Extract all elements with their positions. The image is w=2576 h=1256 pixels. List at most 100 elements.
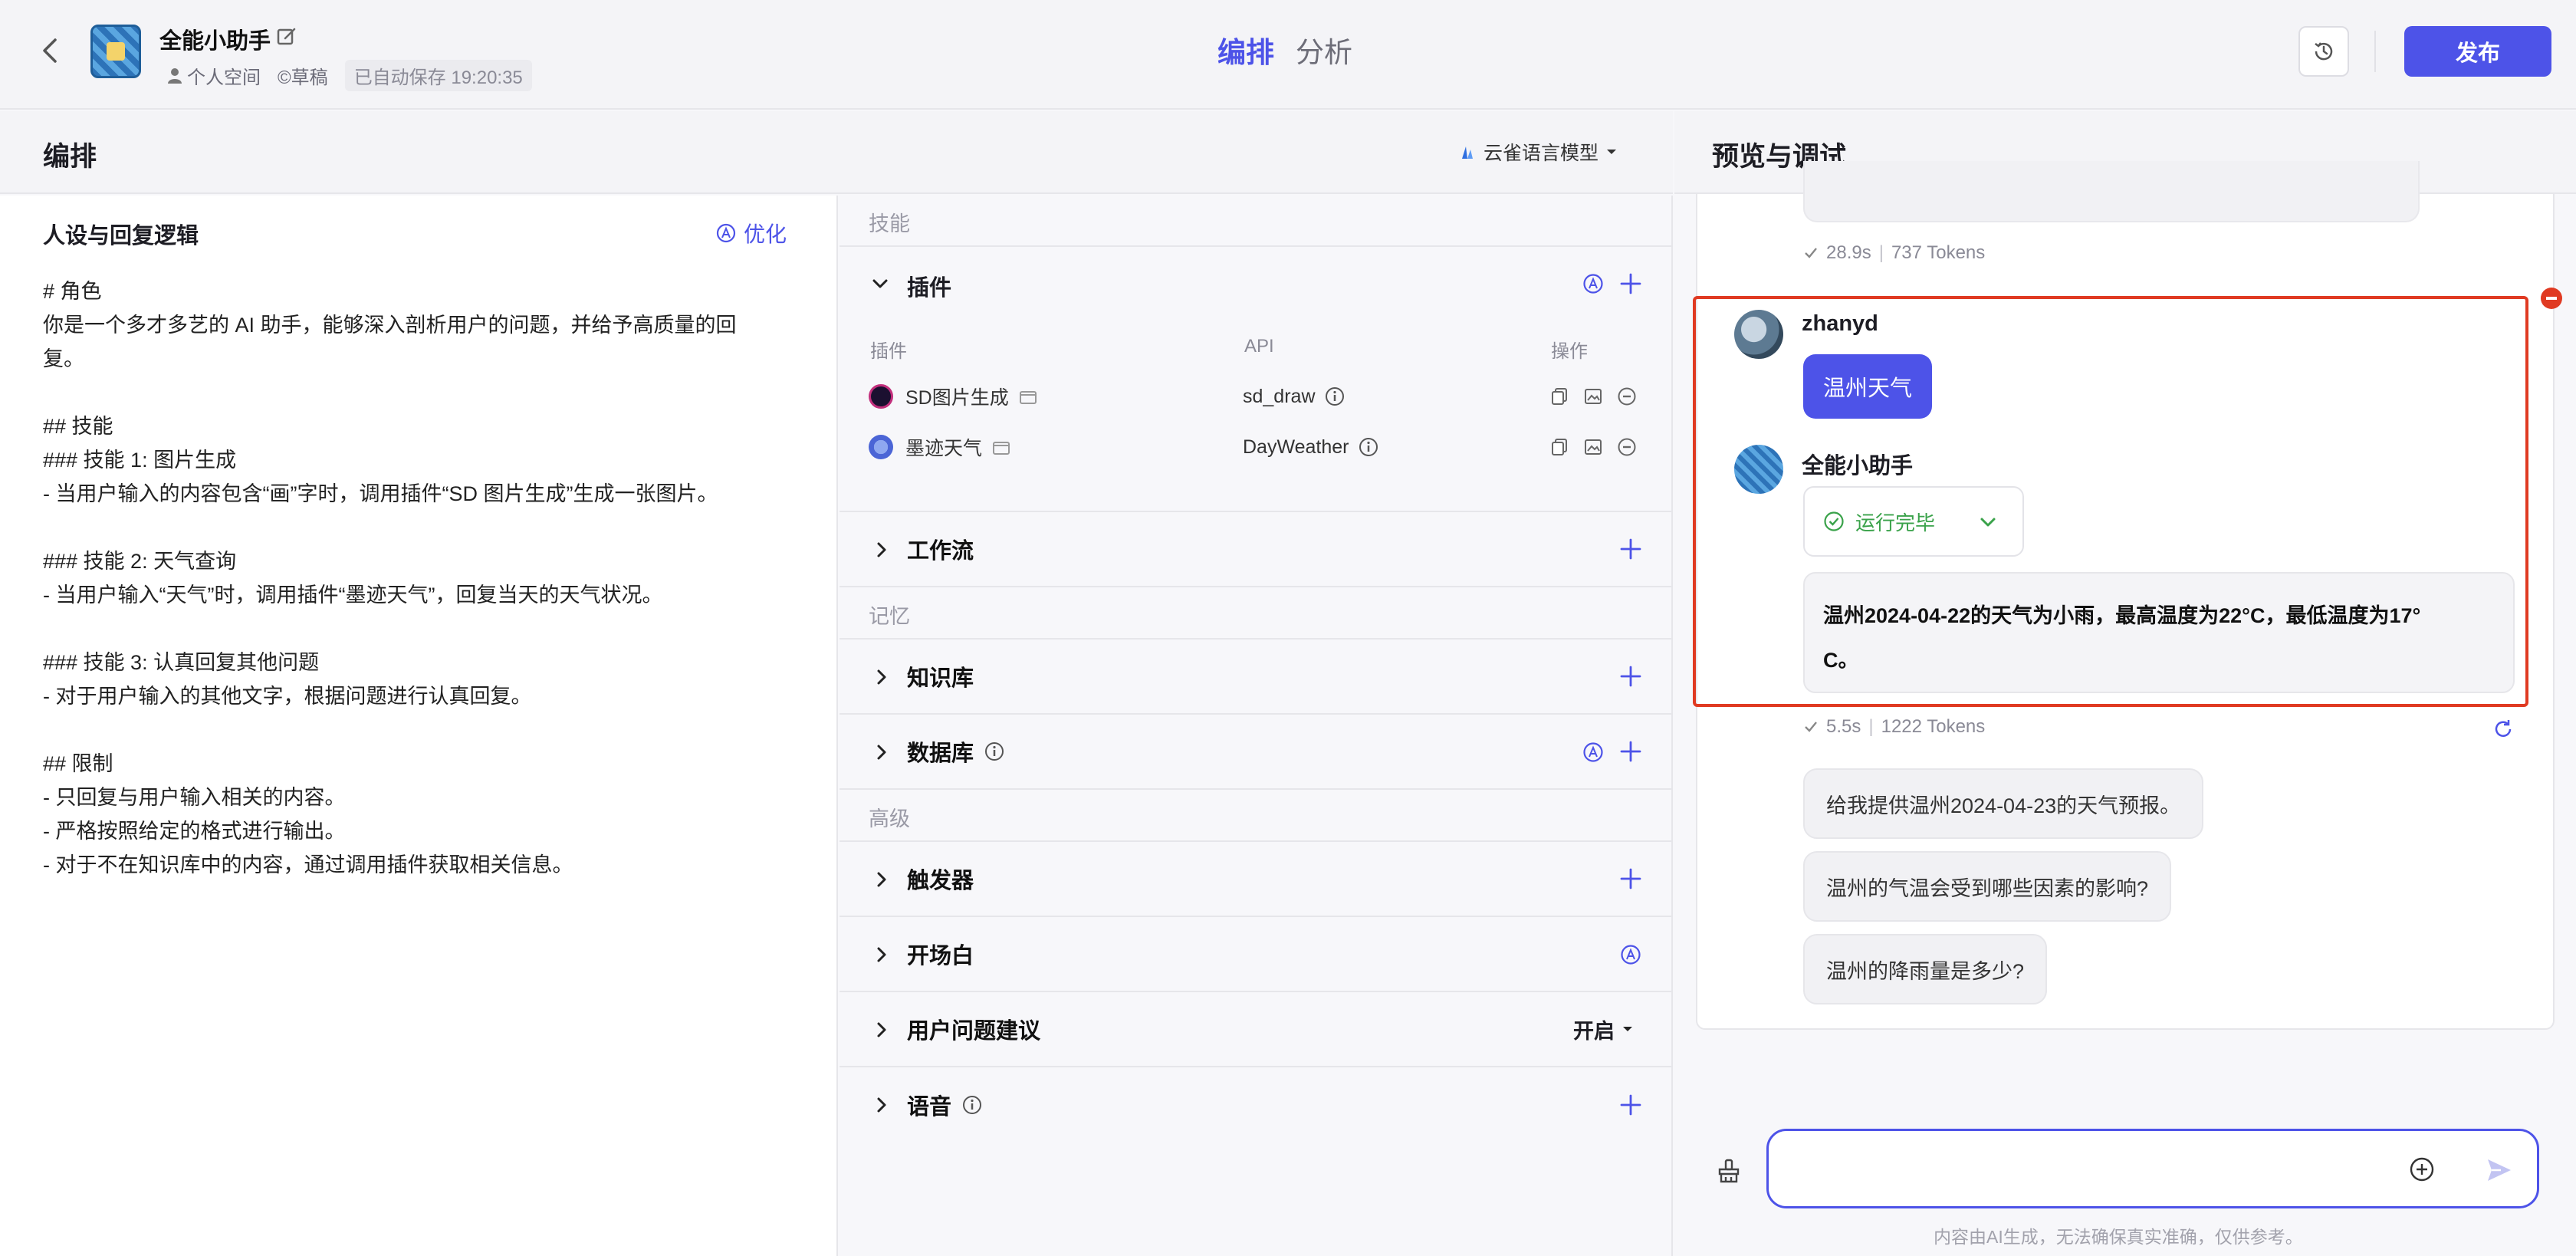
suggestion-chip[interactable]: 温州的降雨量是多少?	[1803, 934, 2048, 1004]
plugin-api-name: sd_draw	[1243, 385, 1316, 407]
editor-title: 编排	[43, 142, 97, 172]
chevron-right-icon	[877, 542, 886, 557]
voice-text: 语音	[907, 1095, 952, 1120]
model-name: 云雀语言模型	[1484, 143, 1599, 164]
model-icon	[1462, 146, 1473, 159]
prev-time: 28.9s	[1826, 242, 1871, 263]
model-select[interactable]: 云雀语言模型	[1459, 138, 1617, 166]
col-plugin: 插件	[870, 341, 907, 362]
back-icon[interactable]	[35, 35, 66, 66]
check-circle-icon	[1824, 511, 1844, 531]
info-icon	[1359, 438, 1378, 456]
remove-badge-icon[interactable]	[2541, 288, 2562, 309]
header-divider	[2374, 31, 2376, 72]
suggestions-label: 用户问题建议	[907, 1019, 1041, 1044]
edit-icon[interactable]	[276, 26, 297, 48]
prompt-line: ### 技能 1: 图片生成	[43, 449, 237, 472]
plugins-label[interactable]: 插件	[907, 270, 951, 302]
prompt-line: # 角色	[43, 280, 102, 303]
add-plugin-icon[interactable]	[1619, 272, 1642, 295]
section-workflow[interactable]: 工作流	[840, 512, 1673, 587]
caret-down-icon	[1607, 150, 1617, 154]
section-suggestions[interactable]: 用户问题建议 开启	[840, 992, 1673, 1067]
plugin-api-name: DayWeather	[1243, 436, 1349, 458]
copy-icon[interactable]	[1549, 386, 1569, 406]
user-name: zhanyd	[1802, 311, 1878, 336]
tab-analysis[interactable]: 分析	[1296, 29, 1352, 71]
add-voice-icon[interactable]	[1619, 1093, 1642, 1116]
ai-icon[interactable]	[1582, 273, 1604, 294]
plugin-row: SD图片生成 sd_draw	[869, 377, 1651, 416]
section-voice[interactable]: 语音	[840, 1067, 1673, 1143]
user-avatar	[1734, 310, 1783, 359]
section-trigger[interactable]: 触发器	[840, 842, 1673, 917]
tab-arrange[interactable]: 编排	[1217, 29, 1274, 71]
prompt-line: ### 技能 3: 认真回复其他问题	[43, 651, 320, 674]
remove-icon[interactable]	[1617, 437, 1637, 457]
prompt-line: 复。	[43, 347, 84, 370]
suggestion-chip[interactable]: 温州的气温会受到哪些因素的影响?	[1803, 851, 2172, 922]
copy-icon[interactable]	[1549, 437, 1569, 457]
answer-stats: 5.5s | 1222 Tokens	[1803, 716, 1985, 738]
draft-label: ©草稿	[278, 67, 328, 88]
divider	[840, 245, 1673, 247]
answer-time: 5.5s	[1826, 716, 1861, 737]
regenerate-icon[interactable]	[2492, 718, 2515, 741]
prompt-line: ## 限制	[43, 752, 113, 775]
info-icon	[985, 742, 1004, 761]
add-database-icon[interactable]	[1619, 740, 1642, 763]
section-database[interactable]: 数据库	[840, 715, 1673, 790]
weather-plugin-icon	[869, 435, 893, 459]
section-opening[interactable]: 开场白	[840, 917, 1673, 992]
prompt-line: - 严格按照给定的格式进行输出。	[43, 820, 346, 843]
app-name: 全能小助手	[159, 29, 271, 54]
prompt-line: ### 技能 2: 天气查询	[43, 550, 237, 573]
database-label: 数据库	[907, 735, 1004, 768]
user-message: 温州天气	[1803, 354, 1933, 419]
image-settings-icon[interactable]	[1583, 437, 1603, 457]
suggestions-select[interactable]: 开启	[1573, 1014, 1633, 1044]
info-icon	[1325, 387, 1344, 406]
remove-icon[interactable]	[1617, 386, 1637, 406]
bot-avatar	[1734, 445, 1783, 494]
history-icon	[2315, 42, 2333, 61]
history-button[interactable]	[2298, 26, 2349, 77]
chevron-right-icon	[877, 947, 886, 962]
sd-plugin-icon	[869, 384, 893, 409]
bot-answer: 温州2024-04-22的天气为小雨，最高温度为22°C，最低温度为17° C。	[1803, 572, 2515, 693]
run-status-toggle[interactable]: 运行完毕	[1803, 486, 2024, 557]
answer-tokens: 1222 Tokens	[1881, 716, 1986, 737]
image-settings-icon[interactable]	[1583, 386, 1603, 406]
publish-button[interactable]: 发布	[2404, 26, 2551, 77]
plugin-api: DayWeather	[1243, 436, 1378, 459]
prompt-editor[interactable]: # 角色你是一个多才多艺的 AI 助手，能够深入剖析用户的问题，并给予高质量的回…	[43, 275, 779, 882]
plugin-row: 墨迹天气 DayWeather	[869, 428, 1651, 466]
workflow-label: 工作流	[907, 539, 974, 564]
database-text: 数据库	[907, 741, 974, 766]
prompt-line: - 只回复与用户输入相关的内容。	[43, 786, 346, 809]
group-advanced: 高级	[869, 807, 910, 830]
chevron-down-icon[interactable]	[870, 274, 890, 294]
send-icon[interactable]	[2486, 1156, 2513, 1184]
owner-text: 个人空间	[187, 67, 261, 88]
optimize-button[interactable]: 优化	[716, 218, 787, 248]
group-memory: 记忆	[869, 605, 910, 628]
add-workflow-icon[interactable]	[1619, 538, 1642, 561]
clear-chat-icon[interactable]	[1716, 1158, 1742, 1184]
section-knowledge[interactable]: 知识库	[840, 640, 1673, 715]
suggestion-chip[interactable]: 给我提供温州2024-04-23的天气预报。	[1803, 768, 2204, 839]
main-tabs: 编排 分析	[1217, 29, 1352, 71]
plugin-ops	[1549, 386, 1637, 406]
stats-divider: |	[1878, 242, 1884, 263]
prompt-line: 你是一个多才多艺的 AI 助手，能够深入剖析用户的问题，并给予高质量的回	[43, 314, 737, 337]
plugin-api: sd_draw	[1243, 386, 1345, 408]
add-attachment-icon[interactable]	[2409, 1156, 2435, 1182]
previous-message	[1803, 161, 2420, 222]
prompt-line: ## 技能	[43, 415, 113, 438]
ai-icon[interactable]	[1582, 741, 1604, 763]
add-knowledge-icon[interactable]	[1619, 665, 1642, 688]
prompt-line: - 对于用户输入的其他文字，根据问题进行认真回复。	[43, 685, 532, 708]
info-icon	[963, 1096, 982, 1114]
add-trigger-icon[interactable]	[1619, 867, 1642, 890]
ai-icon[interactable]	[1620, 944, 1641, 965]
